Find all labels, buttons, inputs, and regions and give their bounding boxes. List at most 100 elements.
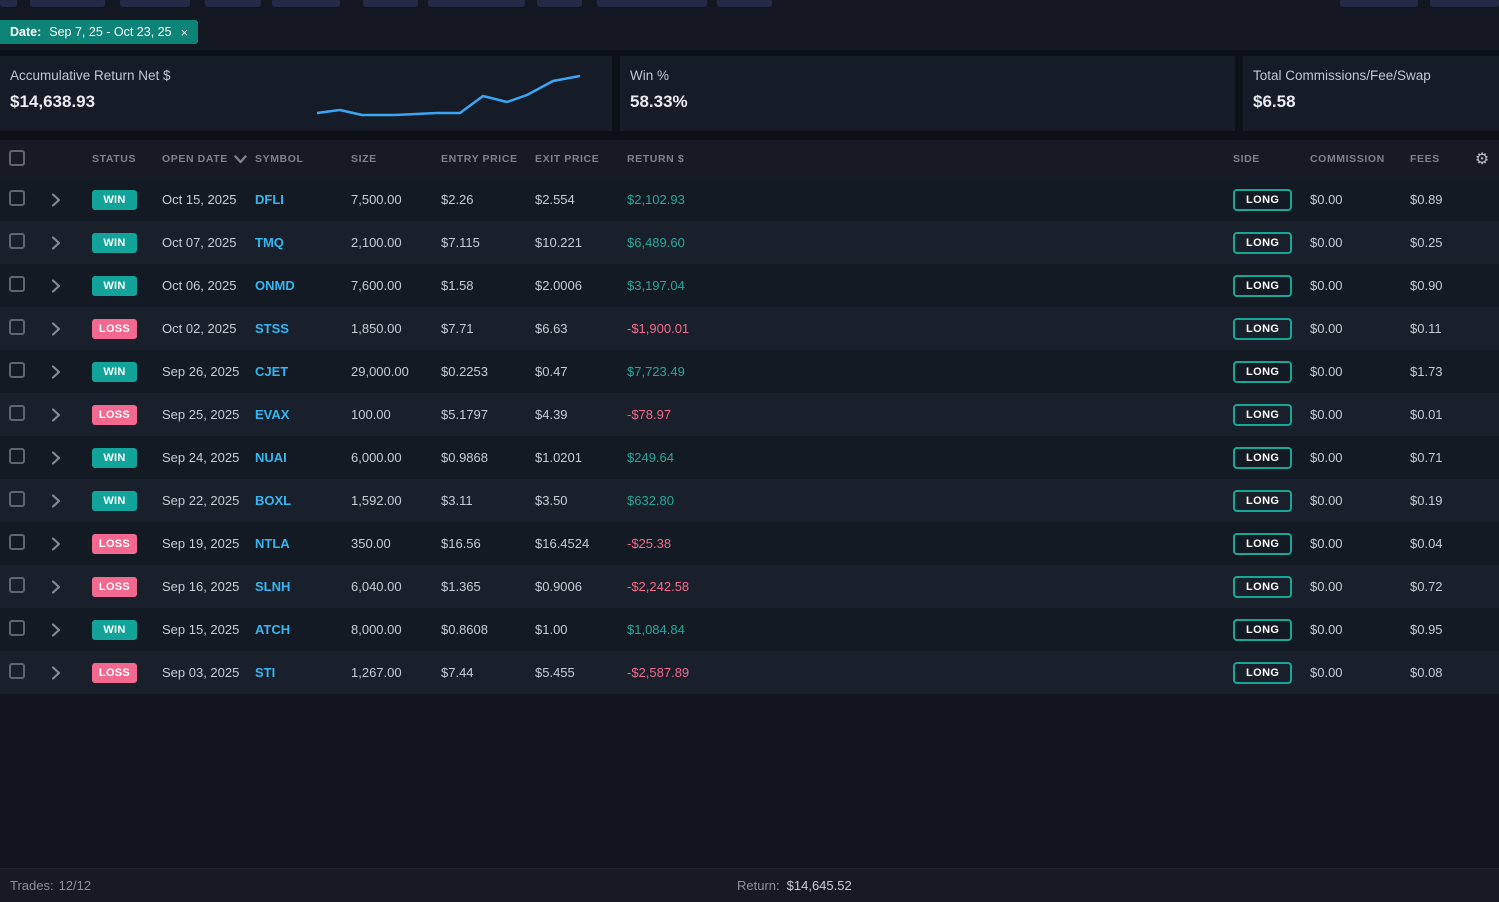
expand-row-chevron-icon[interactable] [51, 536, 61, 552]
row-checkbox[interactable] [9, 319, 25, 335]
entry-price-cell: $7.71 [441, 321, 474, 336]
row-checkbox[interactable] [9, 190, 25, 206]
fees-cell: $0.95 [1410, 622, 1443, 637]
exit-price-cell: $2.0006 [535, 278, 582, 293]
size-cell: 6,000.00 [351, 450, 402, 465]
fees-cell: $0.25 [1410, 235, 1443, 250]
toolbar-chip[interactable] [597, 0, 707, 7]
open-date-cell: Oct 15, 2025 [162, 192, 237, 207]
toolbar-chip[interactable] [1340, 0, 1418, 7]
table-row: LOSS Sep 25, 2025 EVAX 100.00 $5.1797 $4… [0, 393, 1499, 436]
open-date-cell: Sep 25, 2025 [162, 407, 240, 422]
toolbar-chip[interactable] [363, 0, 418, 7]
expand-row-chevron-icon[interactable] [51, 579, 61, 595]
fees-cell: $0.89 [1410, 192, 1443, 207]
toolbar-chip[interactable] [205, 0, 261, 7]
toolbar-chip[interactable] [537, 0, 582, 7]
expand-row-chevron-icon[interactable] [51, 364, 61, 380]
table-row: WIN Oct 06, 2025 ONMD 7,600.00 $1.58 $2.… [0, 264, 1499, 307]
row-checkbox[interactable] [9, 491, 25, 507]
symbol-link[interactable]: DFLI [255, 192, 351, 207]
toolbar-chip[interactable] [428, 0, 525, 7]
row-checkbox[interactable] [9, 448, 25, 464]
col-return[interactable]: RETURN $ [627, 153, 1225, 165]
expand-row-chevron-icon[interactable] [51, 321, 61, 337]
table-settings-gear-icon[interactable]: ⚙ [1465, 149, 1499, 169]
row-checkbox[interactable] [9, 620, 25, 636]
exit-price-cell: $6.63 [535, 321, 568, 336]
trading-journal-app: Date: Sep 7, 25 - Oct 23, 25 × Accumulat… [0, 0, 1499, 902]
commission-cell: $0.00 [1310, 321, 1343, 336]
row-checkbox[interactable] [9, 534, 25, 550]
row-checkbox[interactable] [9, 663, 25, 679]
col-fees[interactable]: FEES [1402, 153, 1465, 165]
open-date-cell: Sep 24, 2025 [162, 450, 240, 465]
status-badge: LOSS [92, 318, 137, 339]
col-entry-price[interactable]: ENTRY PRICE [441, 153, 535, 165]
symbol-link[interactable]: BOXL [255, 493, 351, 508]
stats-band: Accumulative Return Net $ $14,638.93 Win… [0, 50, 1499, 140]
col-symbol[interactable]: SYMBOL [255, 153, 351, 165]
side-badge: LONG [1233, 618, 1293, 641]
expand-row-chevron-icon[interactable] [51, 407, 61, 423]
open-date-cell: Sep 03, 2025 [162, 665, 240, 680]
col-open-date[interactable]: OPEN DATE [162, 153, 255, 165]
entry-price-cell: $7.44 [441, 665, 474, 680]
col-commission[interactable]: COMMISSION [1302, 153, 1402, 165]
open-date-cell: Oct 02, 2025 [162, 321, 237, 336]
symbol-link[interactable]: EVAX [255, 407, 351, 422]
toolbar-chip[interactable] [0, 0, 17, 7]
toolbar-chip[interactable] [30, 0, 105, 7]
entry-price-cell: $16.56 [441, 536, 481, 551]
col-size[interactable]: SIZE [351, 153, 441, 165]
fees-cell: $0.01 [1410, 407, 1443, 422]
date-filter-chip[interactable]: Date: Sep 7, 25 - Oct 23, 25 × [0, 20, 199, 44]
size-cell: 1,267.00 [351, 665, 402, 680]
sort-desc-icon[interactable] [234, 154, 247, 164]
close-icon[interactable]: × [181, 25, 189, 40]
select-all-checkbox[interactable] [9, 149, 25, 166]
expand-row-chevron-icon[interactable] [51, 493, 61, 509]
trades-count: Trades: 12/12 [10, 878, 91, 893]
symbol-link[interactable]: ATCH [255, 622, 351, 637]
symbol-link[interactable]: TMQ [255, 235, 351, 250]
expand-row-chevron-icon[interactable] [51, 278, 61, 294]
entry-price-cell: $7.115 [441, 235, 480, 250]
expand-row-chevron-icon[interactable] [51, 450, 61, 466]
row-checkbox[interactable] [9, 276, 25, 292]
symbol-link[interactable]: ONMD [255, 278, 351, 293]
win-donut-chart [1127, 68, 1179, 120]
open-date-cell: Sep 15, 2025 [162, 622, 240, 637]
expand-row-chevron-icon[interactable] [51, 622, 61, 638]
symbol-link[interactable]: CJET [255, 364, 351, 379]
symbol-link[interactable]: SLNH [255, 579, 351, 594]
symbol-link[interactable]: STSS [255, 321, 351, 336]
total-return: Return: $14,645.52 [737, 878, 852, 893]
symbol-link[interactable]: NTLA [255, 536, 351, 551]
col-status[interactable]: STATUS [92, 153, 162, 165]
side-badge: LONG [1233, 188, 1293, 211]
col-exit-price[interactable]: EXIT PRICE [535, 153, 627, 165]
return-label: Return: [737, 878, 780, 893]
row-checkbox[interactable] [9, 233, 25, 249]
return-cell: $249.64 [627, 450, 674, 465]
fees-cell: $1.73 [1410, 364, 1443, 379]
expand-row-chevron-icon[interactable] [51, 235, 61, 251]
toolbar-chip[interactable] [1430, 0, 1499, 7]
row-checkbox[interactable] [9, 362, 25, 378]
symbol-link[interactable]: STI [255, 665, 351, 680]
toolbar-chip[interactable] [272, 0, 340, 7]
toolbar-chip[interactable] [120, 0, 190, 7]
side-badge: LONG [1233, 661, 1293, 684]
col-side[interactable]: SIDE [1225, 153, 1302, 165]
toolbar-chip[interactable] [717, 0, 772, 7]
card-value: $14,638.93 [10, 92, 96, 111]
symbol-link[interactable]: NUAI [255, 450, 351, 465]
row-checkbox[interactable] [9, 577, 25, 593]
entry-price-cell: $2.26 [441, 192, 474, 207]
entry-price-cell: $0.9868 [441, 450, 488, 465]
expand-row-chevron-icon[interactable] [51, 192, 61, 208]
expand-row-chevron-icon[interactable] [51, 665, 61, 681]
row-checkbox[interactable] [9, 405, 25, 421]
date-filter-label: Date: [10, 25, 42, 39]
